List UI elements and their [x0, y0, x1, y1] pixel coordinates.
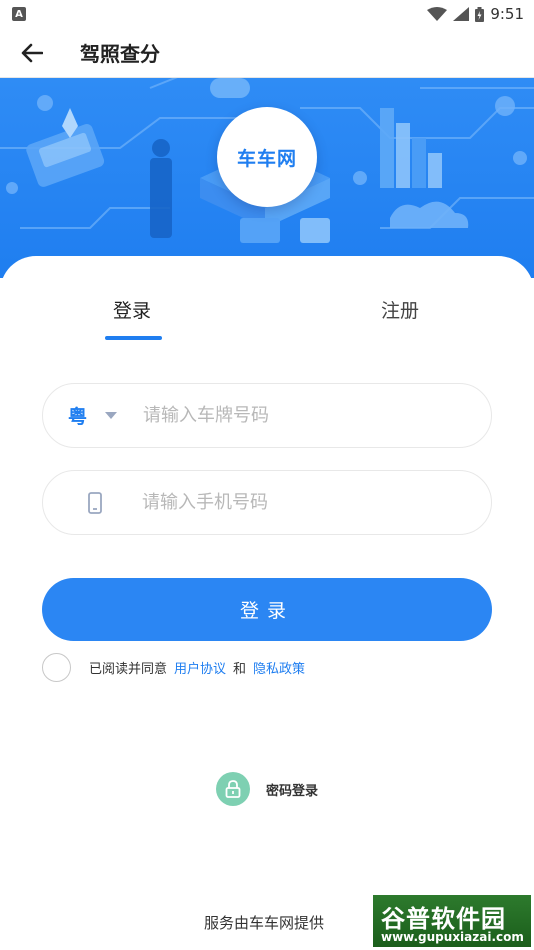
lock-icon-badge [216, 772, 250, 806]
agreement-row: 已阅读并同意 用户协议 和 隐私政策 [42, 652, 305, 682]
page-title: 驾照查分 [80, 42, 160, 66]
signal-icon [453, 7, 470, 21]
battery-icon [475, 6, 485, 22]
phone-number-field [42, 470, 492, 535]
wifi-icon [427, 7, 448, 21]
arrow-left-icon [21, 43, 43, 62]
banner: 车车网 [0, 78, 534, 278]
watermark-name: 谷普软件园 [381, 905, 506, 933]
agree-checkbox[interactable] [42, 652, 71, 682]
phone-icon [88, 491, 102, 514]
app-bar: 驾照查分 [0, 28, 534, 78]
notification-icon: A [12, 7, 26, 21]
password-login-label: 密码登录 [266, 783, 319, 799]
caret-down-icon [105, 412, 118, 419]
provider-text: 服务由车车网提供 [204, 914, 325, 932]
tab-register[interactable]: 注册 [381, 296, 419, 323]
tab-active-indicator [105, 336, 162, 340]
watermark-logo: 谷普软件园 www.gupuxiazai.com [372, 894, 532, 948]
province-value: 粤 [68, 406, 88, 428]
logo-text: 车车网 [236, 147, 297, 170]
agreement-prefix: 已阅读并同意 [89, 661, 168, 677]
watermark-url: www.gupuxiazai.com [381, 930, 524, 944]
lock-icon [225, 780, 241, 798]
tab-login[interactable]: 登录 [113, 296, 151, 323]
plate-number-input[interactable] [141, 404, 442, 427]
status-time: 9:51 [490, 5, 524, 23]
province-selector[interactable]: 粤 [68, 402, 118, 429]
plate-number-field: 粤 [42, 383, 492, 448]
privacy-policy-link[interactable]: 隐私政策 [253, 658, 305, 677]
user-agreement-link[interactable]: 用户协议 [174, 658, 226, 677]
password-login-button[interactable]: 密码登录 [216, 772, 318, 806]
login-button[interactable]: 登录 [42, 578, 492, 641]
brand-logo: 车车网 [217, 107, 317, 207]
back-button[interactable] [0, 28, 64, 78]
phone-number-input[interactable] [140, 491, 440, 514]
agreement-conjunction: 和 [233, 661, 247, 677]
status-bar: A 9:51 [0, 0, 534, 28]
